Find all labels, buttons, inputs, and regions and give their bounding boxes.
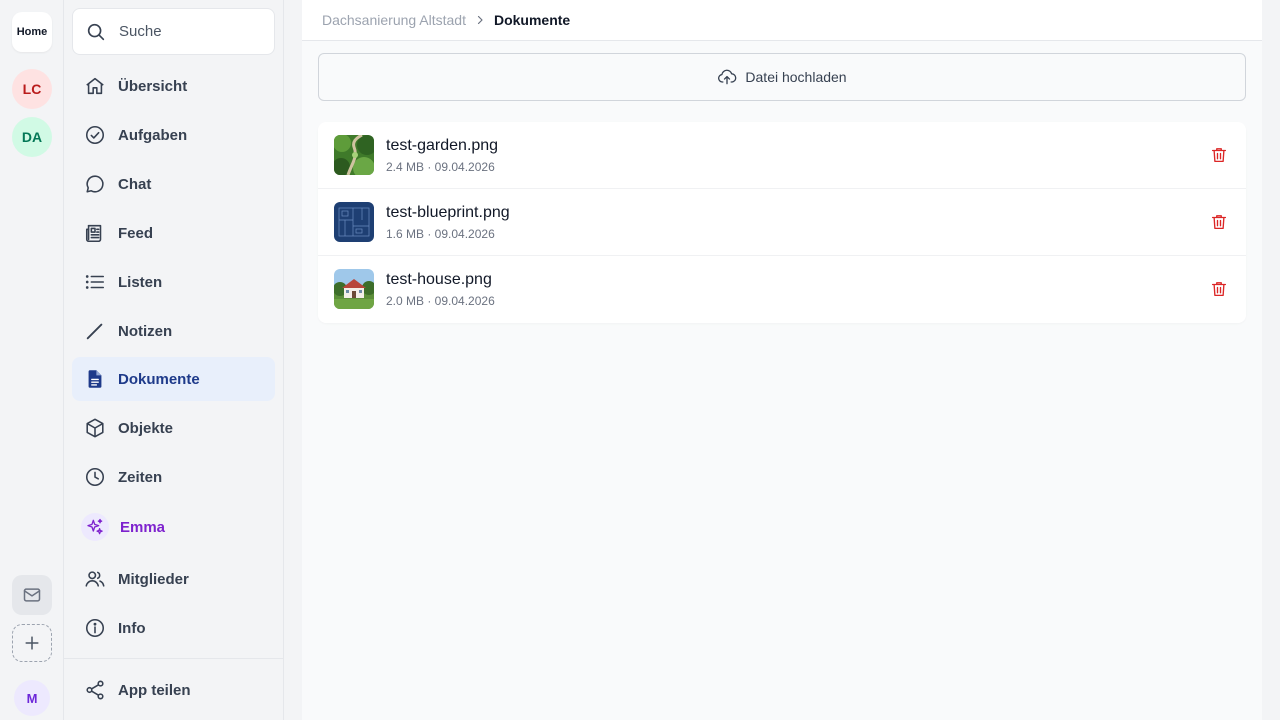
share-app-label: App teilen bbox=[118, 681, 191, 699]
sidebar-item-label: Notizen bbox=[118, 322, 173, 340]
clock-icon bbox=[84, 466, 106, 488]
user-avatar[interactable]: M bbox=[14, 680, 50, 716]
file-name[interactable]: test-garden.png bbox=[386, 137, 498, 155]
sidebar-item-dokumente[interactable]: Dokumente bbox=[72, 357, 275, 401]
sparkles-icon bbox=[81, 513, 109, 541]
sidebar-item-uebersicht[interactable]: Übersicht bbox=[72, 64, 275, 108]
file-row[interactable]: test-house.png 2.0 MB · 09.04.2026 bbox=[318, 256, 1246, 323]
sidebar-item-label: Info bbox=[118, 619, 146, 637]
sidebar-item-label: Aufgaben bbox=[118, 126, 188, 144]
sidebar-item-objekte[interactable]: Objekte bbox=[72, 406, 275, 450]
sidebar-item-mitglieder[interactable]: Mitglieder bbox=[72, 557, 275, 601]
trash-icon bbox=[1211, 282, 1227, 297]
sidebar-item-label: Übersicht bbox=[118, 77, 188, 95]
upload-label: Datei hochladen bbox=[745, 69, 847, 85]
users-icon bbox=[84, 568, 106, 590]
file-name[interactable]: test-blueprint.png bbox=[386, 204, 510, 222]
delete-button[interactable] bbox=[1208, 278, 1230, 300]
sidebar-item-label: Feed bbox=[118, 224, 154, 242]
mail-icon bbox=[23, 588, 41, 602]
delete-button[interactable] bbox=[1208, 144, 1230, 166]
sidebar-item-label: Zeiten bbox=[118, 468, 163, 486]
document-icon bbox=[84, 368, 106, 390]
info-icon bbox=[84, 617, 106, 639]
workspace-avatar-lc[interactable]: LC bbox=[12, 69, 52, 109]
share-icon bbox=[84, 679, 106, 701]
check-circle-icon bbox=[84, 124, 106, 146]
sidebar-item-label: Chat bbox=[118, 175, 152, 193]
chevron-right-icon bbox=[474, 14, 486, 26]
sidebar-item-emma[interactable]: Emma bbox=[72, 505, 275, 549]
breadcrumb: Dachsanierung Altstadt Dokumente bbox=[302, 0, 1262, 41]
workspace-avatar-da[interactable]: DA bbox=[12, 117, 52, 157]
sidebar-item-feed[interactable]: Feed bbox=[72, 211, 275, 255]
trash-icon bbox=[1211, 215, 1227, 230]
file-name[interactable]: test-house.png bbox=[386, 271, 492, 289]
home-button[interactable]: Home bbox=[12, 12, 52, 52]
list-icon bbox=[84, 271, 106, 293]
plus-icon bbox=[25, 636, 39, 650]
sidebar-item-label: Emma bbox=[120, 518, 166, 536]
trash-icon bbox=[1211, 148, 1227, 163]
search-placeholder: Suche bbox=[119, 23, 162, 40]
search-icon bbox=[87, 23, 105, 40]
share-app-button[interactable]: App teilen bbox=[72, 668, 275, 712]
home-icon bbox=[84, 75, 106, 97]
sidebar-item-notizen[interactable]: Notizen bbox=[72, 309, 275, 353]
pencil-icon bbox=[84, 320, 106, 342]
mail-button[interactable] bbox=[12, 575, 52, 615]
file-row[interactable]: test-garden.png 2.4 MB · 09.04.2026 bbox=[318, 122, 1246, 189]
sidebar-item-label: Dokumente bbox=[118, 370, 200, 388]
search-input[interactable]: Suche bbox=[72, 8, 275, 55]
delete-button[interactable] bbox=[1208, 211, 1230, 233]
sidebar-item-label: Mitglieder bbox=[118, 570, 189, 588]
sidebar-divider bbox=[64, 658, 283, 659]
sidebar-item-chat[interactable]: Chat bbox=[72, 162, 275, 206]
sidebar-item-aufgaben[interactable]: Aufgaben bbox=[72, 113, 275, 157]
breadcrumb-parent[interactable]: Dachsanierung Altstadt bbox=[322, 12, 466, 28]
file-list: test-garden.png 2.4 MB · 09.04.2026 test… bbox=[318, 122, 1246, 323]
sidebar-item-label: Listen bbox=[118, 273, 163, 291]
chat-bubble-icon bbox=[84, 173, 106, 195]
add-workspace-button[interactable] bbox=[12, 624, 52, 662]
sidebar-item-label: Objekte bbox=[118, 419, 174, 437]
file-row[interactable]: test-blueprint.png 1.6 MB · 09.04.2026 bbox=[318, 189, 1246, 256]
upload-file-button[interactable]: Datei hochladen bbox=[318, 53, 1246, 101]
file-meta: 1.6 MB · 09.04.2026 bbox=[386, 227, 495, 241]
thumbnail-garden bbox=[334, 135, 374, 175]
sidebar-item-zeiten[interactable]: Zeiten bbox=[72, 455, 275, 499]
main-content: Dachsanierung Altstadt Dokumente Datei h… bbox=[302, 0, 1262, 720]
file-meta: 2.4 MB · 09.04.2026 bbox=[386, 160, 495, 174]
sidebar-item-listen[interactable]: Listen bbox=[72, 260, 275, 304]
cloud-upload-icon bbox=[718, 69, 737, 85]
newspaper-icon bbox=[84, 222, 106, 244]
sidebar-item-info[interactable]: Info bbox=[72, 606, 275, 650]
sidebar: Suche Übersicht Aufgaben Chat Feed Liste… bbox=[64, 0, 284, 720]
file-meta: 2.0 MB · 09.04.2026 bbox=[386, 294, 495, 308]
thumbnail-blueprint bbox=[334, 202, 374, 242]
thumbnail-house bbox=[334, 269, 374, 309]
workspace-rail: Home LC DA M bbox=[0, 0, 64, 720]
cube-icon bbox=[84, 417, 106, 439]
breadcrumb-current: Dokumente bbox=[493, 12, 571, 28]
